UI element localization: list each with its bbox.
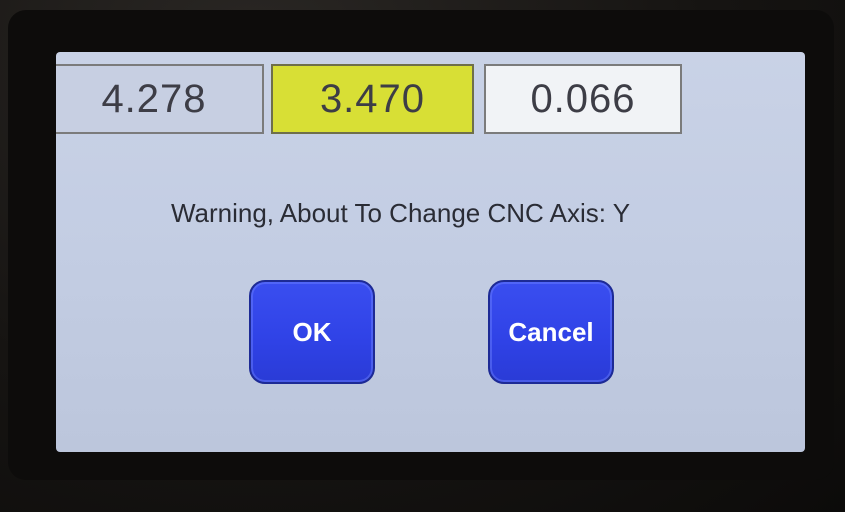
warning-message: Warning, About To Change CNC Axis: Y <box>170 198 631 228</box>
touch-screen: 4.278 3.470 0.066 Warning, About To Chan… <box>56 52 805 452</box>
ok-button[interactable]: OK <box>249 280 375 384</box>
cancel-button[interactable]: Cancel <box>488 280 614 384</box>
y-axis-value: 3.470 <box>319 76 426 121</box>
z-axis-readout: 0.066 <box>484 64 682 134</box>
z-axis-value: 0.066 <box>530 76 636 121</box>
x-axis-value: 4.278 <box>101 76 207 121</box>
x-axis-readout: 4.278 <box>56 64 264 134</box>
ok-button-label: OK <box>292 316 332 347</box>
y-axis-readout-active: 3.470 <box>271 64 474 134</box>
cancel-button-label: Cancel <box>508 316 594 347</box>
